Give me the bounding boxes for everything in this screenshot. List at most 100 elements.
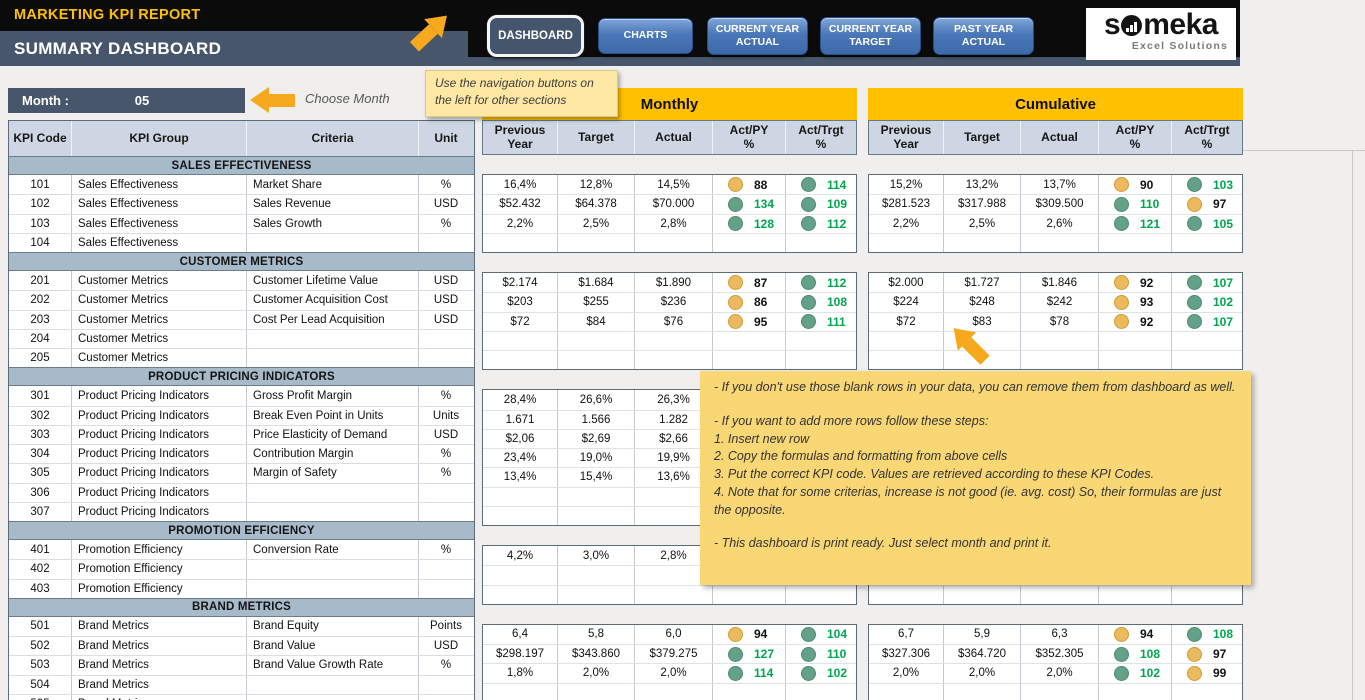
kpi-group-cell[interactable]: Customer Metrics bbox=[72, 349, 247, 368]
value-cell[interactable]: 2,0% bbox=[1021, 664, 1099, 683]
ratio-cell[interactable]: 108 bbox=[1099, 645, 1172, 664]
ratio-cell[interactable]: 102 bbox=[1099, 664, 1172, 683]
ratio-cell[interactable] bbox=[1099, 683, 1172, 700]
value-cell[interactable]: $76 bbox=[635, 312, 713, 331]
value-cell[interactable]: $298.197 bbox=[483, 645, 558, 664]
ratio-cell[interactable] bbox=[1172, 586, 1241, 604]
value-cell[interactable] bbox=[1021, 585, 1099, 604]
value-cell[interactable]: 2,0% bbox=[944, 664, 1021, 683]
value-cell[interactable]: $224 bbox=[869, 293, 944, 312]
value-cell[interactable] bbox=[869, 585, 944, 604]
ratio-cell[interactable] bbox=[786, 332, 855, 350]
kpi-group-cell[interactable]: Product Pricing Indicators bbox=[72, 406, 247, 425]
ratio-cell[interactable]: 104 bbox=[786, 625, 855, 644]
value-cell[interactable] bbox=[558, 233, 635, 252]
unit-cell[interactable] bbox=[419, 580, 473, 598]
criteria-cell[interactable]: Price Elasticity of Demand bbox=[247, 425, 419, 444]
value-cell[interactable]: 5,8 bbox=[558, 624, 635, 644]
value-cell[interactable]: 6,3 bbox=[1021, 624, 1099, 644]
value-cell[interactable]: 2,6% bbox=[1021, 214, 1099, 233]
value-cell[interactable]: 23,4% bbox=[483, 449, 558, 468]
value-cell[interactable] bbox=[483, 506, 558, 525]
ratio-cell[interactable] bbox=[1099, 585, 1172, 604]
kpi-group-cell[interactable]: Brand Metrics bbox=[72, 637, 247, 656]
ratio-cell[interactable] bbox=[786, 351, 855, 369]
ratio-cell[interactable]: 114 bbox=[713, 664, 786, 683]
value-cell[interactable] bbox=[635, 351, 713, 370]
value-cell[interactable]: 26,6% bbox=[558, 390, 635, 410]
value-cell[interactable]: $352.305 bbox=[1021, 645, 1099, 664]
value-cell[interactable]: 2,8% bbox=[635, 214, 713, 233]
kpi-code-cell[interactable]: 101 bbox=[9, 175, 72, 195]
value-cell[interactable] bbox=[635, 585, 713, 604]
ratio-cell[interactable] bbox=[786, 234, 855, 252]
criteria-cell[interactable] bbox=[247, 579, 419, 598]
value-cell[interactable]: $1.684 bbox=[558, 273, 635, 293]
kpi-code-cell[interactable]: 102 bbox=[9, 195, 72, 214]
kpi-code-cell[interactable]: 201 bbox=[9, 271, 72, 291]
kpi-code-cell[interactable]: 401 bbox=[9, 540, 72, 560]
kpi-group-cell[interactable]: Product Pricing Indicators bbox=[72, 464, 247, 483]
value-cell[interactable] bbox=[483, 566, 558, 585]
value-cell[interactable]: $1.846 bbox=[1021, 273, 1099, 293]
value-cell[interactable] bbox=[558, 566, 635, 585]
unit-cell[interactable]: USD bbox=[419, 271, 473, 290]
ratio-cell[interactable]: 110 bbox=[1099, 195, 1172, 214]
value-cell[interactable] bbox=[558, 585, 635, 604]
kpi-group-cell[interactable]: Promotion Efficiency bbox=[72, 579, 247, 598]
value-cell[interactable]: $78 bbox=[1021, 312, 1099, 331]
ratio-cell[interactable]: 107 bbox=[1172, 313, 1241, 331]
unit-cell[interactable]: USD bbox=[419, 311, 473, 329]
criteria-cell[interactable]: Sales Growth bbox=[247, 214, 419, 233]
value-cell[interactable] bbox=[483, 585, 558, 604]
kpi-code-cell[interactable]: 505 bbox=[9, 694, 72, 700]
value-cell[interactable] bbox=[483, 331, 558, 350]
ratio-cell[interactable]: 121 bbox=[1099, 214, 1172, 233]
value-cell[interactable] bbox=[944, 585, 1021, 604]
value-cell[interactable]: $255 bbox=[558, 293, 635, 312]
value-cell[interactable] bbox=[869, 683, 944, 700]
value-cell[interactable]: $242 bbox=[1021, 293, 1099, 312]
kpi-group-cell[interactable]: Product Pricing Indicators bbox=[72, 483, 247, 502]
unit-cell[interactable]: Points bbox=[419, 617, 473, 636]
value-cell[interactable] bbox=[558, 331, 635, 350]
value-cell[interactable] bbox=[558, 683, 635, 700]
unit-cell[interactable]: % bbox=[419, 445, 473, 463]
criteria-cell[interactable] bbox=[247, 483, 419, 502]
kpi-group-cell[interactable]: Brand Metrics bbox=[72, 616, 247, 636]
kpi-group-cell[interactable]: Sales Effectiveness bbox=[72, 214, 247, 233]
value-cell[interactable]: 1,8% bbox=[483, 664, 558, 683]
value-cell[interactable]: 6,4 bbox=[483, 624, 558, 644]
kpi-code-cell[interactable]: 303 bbox=[9, 425, 72, 444]
kpi-group-cell[interactable]: Brand Metrics bbox=[72, 656, 247, 675]
criteria-cell[interactable]: Gross Profit Margin bbox=[247, 386, 419, 406]
kpi-code-cell[interactable]: 203 bbox=[9, 310, 72, 329]
ratio-cell[interactable]: 102 bbox=[1172, 293, 1241, 311]
ratio-cell[interactable]: 127 bbox=[713, 645, 786, 664]
unit-cell[interactable]: USD bbox=[419, 291, 473, 309]
kpi-code-cell[interactable]: 202 bbox=[9, 291, 72, 310]
value-cell[interactable]: $317.988 bbox=[944, 195, 1021, 214]
unit-cell[interactable] bbox=[419, 484, 473, 502]
criteria-cell[interactable]: Brand Equity bbox=[247, 616, 419, 636]
value-cell[interactable]: $2.000 bbox=[869, 273, 944, 293]
value-cell[interactable]: $84 bbox=[558, 312, 635, 331]
value-cell[interactable]: $281.523 bbox=[869, 195, 944, 214]
unit-cell[interactable] bbox=[419, 695, 473, 700]
criteria-cell[interactable]: Customer Lifetime Value bbox=[247, 271, 419, 291]
unit-cell[interactable]: Units bbox=[419, 407, 473, 425]
kpi-group-cell[interactable]: Product Pricing Indicators bbox=[72, 425, 247, 444]
kpi-group-cell[interactable]: Customer Metrics bbox=[72, 310, 247, 329]
value-cell[interactable]: $64.378 bbox=[558, 195, 635, 214]
ratio-cell[interactable]: 97 bbox=[1172, 645, 1241, 663]
kpi-code-cell[interactable]: 301 bbox=[9, 386, 72, 406]
ratio-cell[interactable] bbox=[713, 331, 786, 350]
kpi-code-cell[interactable]: 103 bbox=[9, 214, 72, 233]
unit-cell[interactable]: % bbox=[419, 386, 473, 405]
value-cell[interactable] bbox=[1021, 683, 1099, 700]
unit-cell[interactable] bbox=[419, 349, 473, 367]
kpi-code-cell[interactable]: 302 bbox=[9, 406, 72, 425]
value-cell[interactable]: 2,0% bbox=[635, 664, 713, 683]
criteria-cell[interactable]: Market Share bbox=[247, 175, 419, 195]
criteria-cell[interactable] bbox=[247, 560, 419, 579]
